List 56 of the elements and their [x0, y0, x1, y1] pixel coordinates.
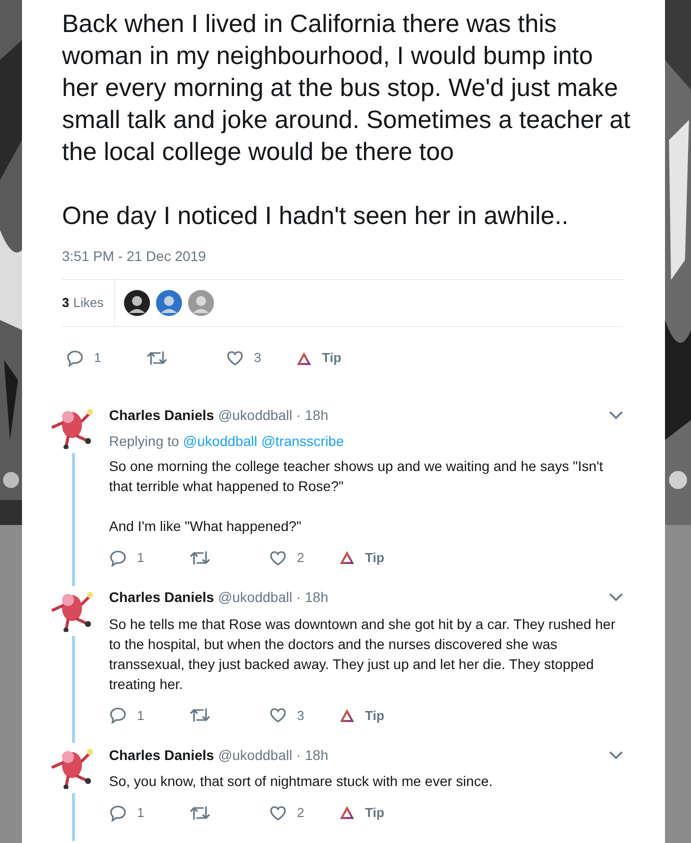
reply-text: So, you know, that sort of nightmare stuck with me ever since.: [109, 772, 494, 791]
reply-count: 1: [137, 549, 144, 567]
tip-link[interactable]: Tip: [365, 803, 384, 822]
time: 18h: [304, 406, 328, 424]
reply-text: So he tells me that Rose was downtown and she got hit by a car. They rushed her to the hospital, but when the doctors and the nurses discovered she was transsexual, they just backed away. They just up and let her die. They stopped treating her.: [109, 614, 616, 694]
timestamp: 3:51 PM - 21 Dec 2019: [62, 247, 206, 266]
handle[interactable]: @ukoddball: [218, 744, 292, 766]
separator: ·: [296, 588, 301, 607]
separator: ·: [296, 746, 301, 764]
triangle-icon: [339, 550, 355, 566]
author-name[interactable]: Charles Daniels: [109, 404, 214, 426]
time: 18h: [304, 746, 328, 764]
reply-icon[interactable]: [66, 349, 84, 367]
reply-text: So one morning the college teacher shows up and we waiting and he says "Isn't that terrible what happened to Rose?": [109, 457, 604, 496]
replying-label: Replying to: [109, 433, 180, 449]
likes-count: 3: [62, 294, 70, 312]
like-count: 3: [297, 706, 304, 724]
like-count: 3: [254, 349, 262, 368]
heart-icon[interactable]: [269, 804, 287, 822]
tweet-text: Back when I lived in California there was this woman in my neighbourhood, I would bump into her every morning at the bus stop. We'd just make small talk and joke around. Sometimes a teacher at the local college would be there too: [62, 9, 632, 168]
mention-link[interactable]: @transscribe: [261, 433, 344, 449]
heart-icon[interactable]: [226, 349, 244, 367]
separator: ·: [296, 406, 301, 424]
reply-count: 1: [94, 349, 102, 368]
retweet-icon[interactable]: [189, 706, 211, 724]
like-count: 2: [297, 804, 304, 822]
handle[interactable]: @ukoddball: [218, 404, 292, 426]
tweet-text: One day I noticed I hadn't seen her in awhile..: [62, 201, 570, 232]
tip-link[interactable]: Tip: [365, 706, 384, 725]
chevron-down-icon[interactable]: [609, 592, 623, 602]
tip-link[interactable]: Tip: [322, 348, 342, 368]
retweet-icon[interactable]: [146, 349, 168, 367]
author-name[interactable]: Charles Daniels: [109, 744, 214, 766]
reply-count: 1: [137, 706, 144, 724]
reply-text: And I'm like "What happened?": [109, 517, 302, 536]
author-name[interactable]: Charles Daniels: [109, 587, 214, 608]
chevron-down-icon[interactable]: [609, 750, 623, 760]
heart-icon[interactable]: [269, 548, 287, 567]
reply-icon[interactable]: [109, 804, 127, 822]
reply-icon[interactable]: [109, 548, 127, 567]
triangle-icon: [339, 708, 355, 723]
triangle-icon: [339, 805, 355, 820]
retweet-icon[interactable]: [189, 548, 211, 567]
mention-link[interactable]: @ukoddball: [183, 433, 258, 449]
reply-count: 1: [137, 804, 144, 822]
handle[interactable]: @ukoddball: [218, 587, 292, 608]
retweet-icon[interactable]: [189, 804, 211, 822]
reply-icon[interactable]: [109, 706, 127, 724]
avatar[interactable]: [122, 289, 151, 317]
likes-label: Likes: [73, 294, 104, 312]
tip-link[interactable]: Tip: [365, 548, 384, 568]
time: 18h: [304, 588, 328, 607]
chevron-down-icon[interactable]: [609, 410, 623, 420]
heart-icon[interactable]: [269, 706, 287, 724]
like-count: 2: [297, 549, 304, 567]
triangle-icon: [296, 350, 312, 366]
